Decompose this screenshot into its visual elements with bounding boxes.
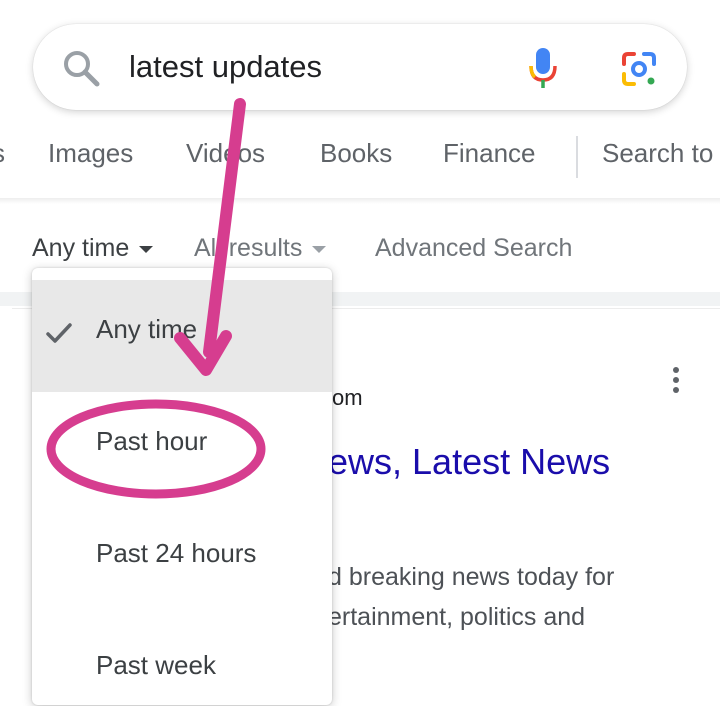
tab-finance[interactable]: Finance xyxy=(443,138,536,169)
menu-item-past-week[interactable]: Past week xyxy=(32,616,332,705)
menu-item-past-24-hours[interactable]: Past 24 hours xyxy=(32,504,332,616)
menu-item-label: Past 24 hours xyxy=(96,538,257,568)
check-icon xyxy=(46,323,72,343)
time-dropdown-menu: Any time Past hour Past 24 hours Past we… xyxy=(32,268,332,705)
tab-books[interactable]: Books xyxy=(320,138,392,169)
filter-bar: Any time All results Advanced Search xyxy=(0,222,720,274)
search-tabs: s Images Videos Books Finance Search to xyxy=(0,128,720,190)
tab-search-tools[interactable]: Search to xyxy=(602,138,713,169)
results-filter[interactable]: All results xyxy=(194,234,327,263)
result-snippet: d breaking news today for ertainment, po… xyxy=(328,557,708,637)
menu-item-label: Past week xyxy=(96,650,216,680)
caret-down-icon xyxy=(312,245,327,253)
tab-images[interactable]: Images xyxy=(48,138,133,169)
menu-item-label: Past hour xyxy=(96,426,208,456)
snippet-line-1: d breaking news today for xyxy=(328,563,615,591)
time-filter[interactable]: Any time xyxy=(32,234,154,263)
lens-icon[interactable] xyxy=(618,48,660,90)
menu-item-past-hour[interactable]: Past hour xyxy=(32,392,332,504)
time-filter-label: Any time xyxy=(32,234,130,262)
tabs-shadow xyxy=(0,198,720,204)
search-icon[interactable] xyxy=(61,48,101,88)
search-bar[interactable]: latest updates xyxy=(33,24,687,110)
snippet-line-2: ertainment, politics and xyxy=(328,603,586,631)
caret-down-icon xyxy=(139,245,154,253)
result-title-link[interactable]: ews, Latest News xyxy=(328,441,610,483)
menu-item-any-time[interactable]: Any time xyxy=(32,280,332,392)
tab-videos[interactable]: Videos xyxy=(186,138,265,169)
tab-partial[interactable]: s xyxy=(0,138,5,169)
more-vert-icon[interactable] xyxy=(672,367,680,397)
result-domain: om xyxy=(332,385,363,410)
search-input[interactable]: latest updates xyxy=(129,46,322,88)
tab-divider xyxy=(576,136,578,178)
results-filter-label: All results xyxy=(194,234,303,262)
menu-item-label: Any time xyxy=(96,314,198,344)
mic-icon[interactable] xyxy=(523,44,563,92)
advanced-search-link[interactable]: Advanced Search xyxy=(375,234,572,263)
